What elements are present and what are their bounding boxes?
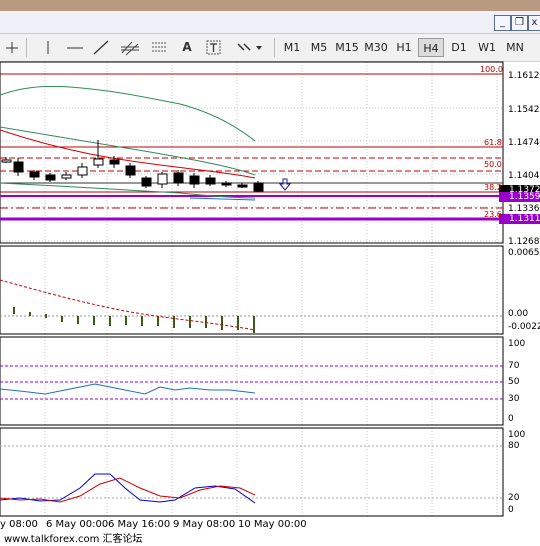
candle-body [141,177,152,187]
candle-body [253,182,264,192]
candle-body [157,173,168,185]
rsi-line [0,383,256,395]
time-label: 6 May 00:00 [46,519,109,530]
fib-level-label: 100.0 [480,65,503,74]
stoch-tick: 100 [508,430,526,440]
time-label: y 08:00 [0,519,38,530]
ma-green-upper [0,85,256,142]
chart-canvas[interactable] [0,0,540,546]
candle-body [221,182,232,186]
time-label: 6 May 16:00 [108,519,171,530]
fib-level-label: 50.0 [484,160,502,169]
line-price-tag: 1.13590 [499,192,540,202]
stoch-tick: 0 [508,505,514,515]
candle-body [109,159,120,165]
stochastic-pane [0,427,504,517]
candle-body [77,166,88,176]
candle-body [61,174,72,179]
time-label: 10 May 00:00 [238,519,307,530]
down-arrow-icon[interactable] [278,178,292,191]
macd-tick: 0.00 [508,309,529,319]
candle-body [13,161,24,173]
candle-body [189,175,200,185]
rsi-tick: 30 [508,394,520,404]
macd-tick: 0.00659 [508,248,540,258]
time-label: 9 May 08:00 [173,519,236,530]
candle-body [93,158,104,166]
line-price-tag: 1.13117 [499,214,540,224]
candle-body [1,159,12,163]
candle-body [45,174,56,181]
price-tick: 1.12680 [508,237,540,247]
rsi-tick: 100 [508,339,526,349]
price-tick: 1.14040 [508,171,540,181]
price-tick: 1.13360 [508,204,540,214]
candle-body [29,171,40,178]
stoch-tick: 80 [508,441,520,451]
fib-level-label: 61.8 [484,138,502,147]
price-tick: 1.16120 [508,71,540,81]
candle-body [125,165,136,176]
macd-signal-line [0,279,256,331]
price-tick: 1.15420 [508,105,540,115]
rsi-tick: 0 [508,414,514,424]
fib-level-label: 23.6 [484,210,502,219]
fib-level-label: 38.2 [484,183,502,192]
candle-body [237,184,248,188]
price-pane [0,61,504,244]
macd-histogram [13,307,255,333]
macd-tick: -0.00222 [508,322,540,332]
rsi-pane [0,336,504,426]
stoch-tick: 20 [508,493,520,503]
candle-body [205,177,216,185]
chart-grid [0,62,503,516]
price-tick: 1.14740 [508,138,540,148]
rsi-tick: 50 [508,377,520,387]
rsi-tick: 70 [508,361,520,371]
watermark-text: www.talkforex.com 汇客论坛 [4,534,143,545]
candle-body [173,172,184,184]
macd-pane [0,245,504,335]
